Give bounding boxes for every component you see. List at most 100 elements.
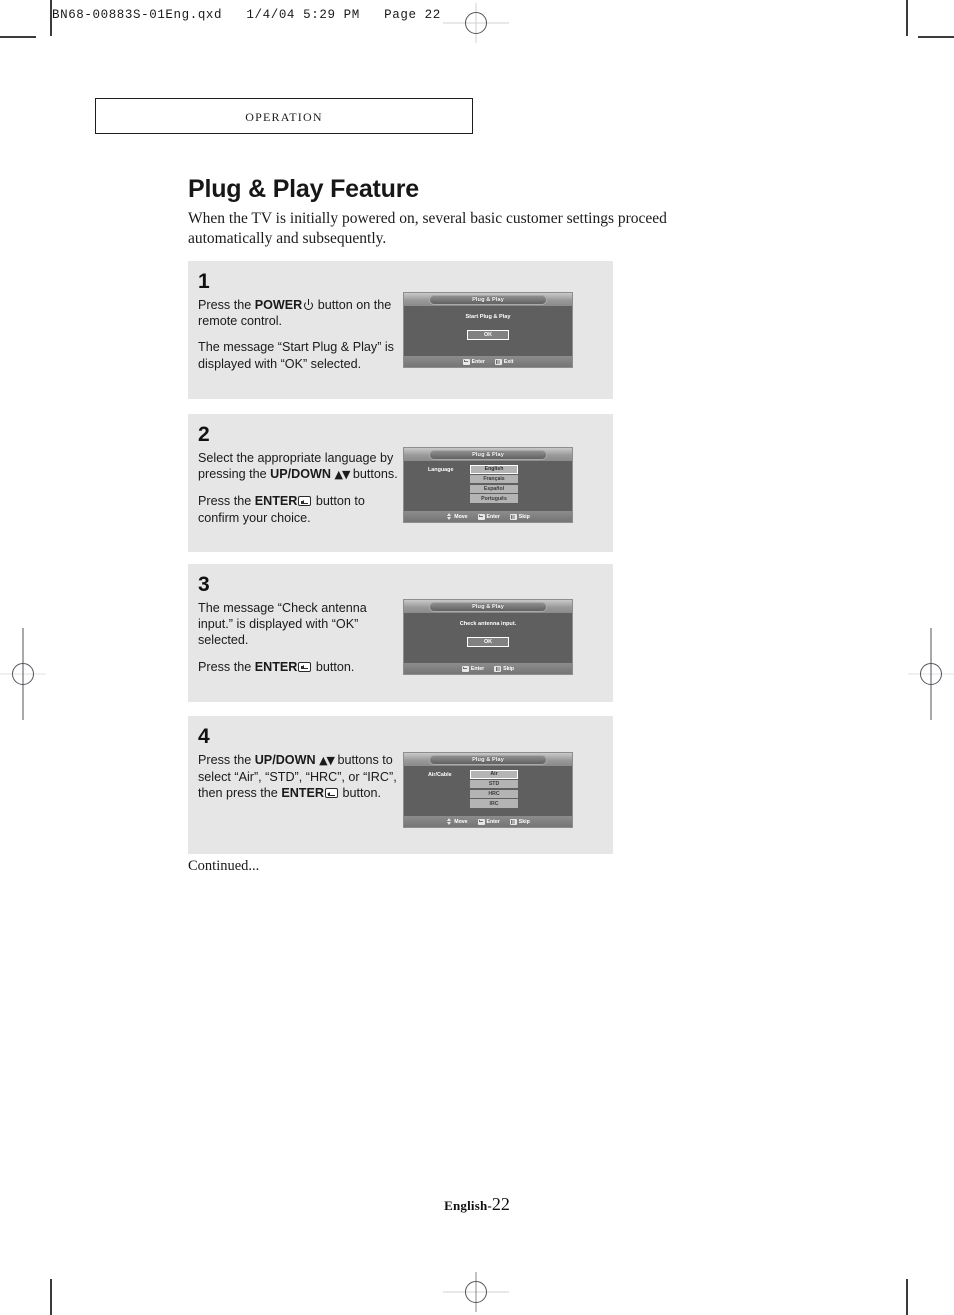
step-3-p2-post: button. — [312, 659, 355, 674]
step-3-p1-text: The message “Check antenna input.” is di… — [198, 601, 367, 648]
osd-4-title-pill: Plug & Play — [429, 754, 547, 765]
osd-2-option-list: English Français Español Português — [470, 465, 518, 504]
osd-1-ok-button[interactable]: OK — [467, 330, 509, 340]
step-3-p2-pre: Press the — [198, 659, 255, 674]
updown-arrows-icon: ▲▼ — [334, 468, 350, 482]
osd-2-footer: Move Enter Skip — [404, 511, 572, 522]
osd-screen-3: Plug & Play Check antenna input. OK Ente… — [403, 599, 573, 675]
osd-4-footer-move: Move — [446, 818, 468, 825]
menu-bars-icon — [494, 665, 502, 672]
step-4-p1-bold2: ENTER — [281, 786, 324, 801]
step-3-paragraph-2: Press the ENTER button. — [198, 659, 403, 675]
enter-key-icon — [461, 665, 469, 672]
osd-4-footer: Move Enter Skip — [404, 816, 572, 827]
osd-4-footer-move-label: Move — [454, 818, 468, 825]
registration-mark-right — [908, 628, 954, 720]
registration-mark-top — [443, 3, 509, 43]
osd-4-option-0[interactable]: Air — [470, 770, 518, 779]
running-head-box: Operation — [95, 98, 473, 134]
menu-bars-icon — [509, 818, 517, 825]
enter-key-icon — [298, 496, 312, 507]
page-footer-language: English- — [444, 1198, 492, 1213]
osd-3-footer-skip: Skip — [494, 665, 515, 672]
enter-key-icon — [462, 358, 470, 365]
step-2-paragraph-1: Select the appropriate language by press… — [198, 450, 403, 483]
osd-screen-1: Plug & Play Start Plug & Play OK Enter E… — [403, 292, 573, 368]
continued-text: Continued... — [188, 858, 260, 874]
osd-2-option-0[interactable]: English — [470, 465, 518, 474]
osd-2-footer-move-label: Move — [454, 513, 468, 520]
osd-1-title-pill: Plug & Play — [429, 294, 547, 305]
osd-3-footer-enter-label: Enter — [470, 665, 485, 672]
step-2-p2-pre: Press the — [198, 494, 255, 509]
step-number-2: 2 — [198, 423, 210, 446]
crop-mark-bottom-left-v — [50, 1279, 52, 1315]
updown-arrows-icon — [446, 513, 452, 520]
osd-1-footer-exit: Exit — [494, 358, 514, 365]
step-panel-1: 1 Press the POWER button on the remote c… — [188, 261, 613, 399]
osd-3-message: Check antenna input. — [459, 621, 517, 627]
page-footer: English-22 — [0, 1194, 954, 1215]
enter-key-icon — [477, 818, 485, 825]
step-4-p1-pre: Press the — [198, 753, 255, 767]
osd-4-footer-enter: Enter — [477, 818, 500, 825]
osd-3-ok-button[interactable]: OK — [467, 637, 509, 647]
step-text-2: Select the appropriate language by press… — [198, 450, 403, 526]
registration-mark-left — [0, 628, 46, 720]
osd-2-option-3[interactable]: Português — [470, 494, 518, 503]
osd-4-option-2[interactable]: HRC — [470, 789, 518, 799]
crop-mark-top-left-h — [0, 36, 36, 38]
osd-2-footer-skip: Skip — [509, 513, 530, 520]
step-number-1: 1 — [198, 270, 210, 293]
osd-3-title-pill: Plug & Play — [429, 601, 547, 612]
osd-4-row-label: Air/Cable — [428, 772, 452, 778]
osd-2-row-label: Language — [428, 467, 454, 473]
crop-mark-bottom-right-v — [906, 1279, 908, 1315]
osd-3-footer-enter: Enter — [461, 665, 485, 672]
osd-1-title: Plug & Play — [472, 296, 504, 303]
step-number-4: 4 — [198, 725, 210, 748]
page-footer-number: 22 — [491, 1194, 510, 1214]
step-text-4: Press the UP/DOWN ▲▼ buttons to select “… — [198, 752, 403, 802]
step-text-1: Press the POWER button on the remote con… — [198, 297, 403, 372]
osd-1-footer-exit-label: Exit — [503, 358, 514, 365]
osd-3-footer-skip-label: Skip — [503, 665, 515, 672]
osd-4-option-3[interactable]: IRC — [470, 799, 518, 808]
osd-2-option-2[interactable]: Español — [470, 484, 518, 494]
osd-2-option-1[interactable]: Français — [470, 474, 518, 484]
step-2-paragraph-2: Press the ENTER button to confirm your c… — [198, 493, 403, 525]
osd-2-title: Plug & Play — [472, 451, 504, 458]
page-title: Plug & Play Feature — [188, 175, 419, 203]
enter-key-icon — [298, 661, 312, 672]
updown-arrows-icon: ▲▼ — [319, 754, 335, 767]
osd-2-footer-enter-label: Enter — [486, 513, 500, 520]
osd-1-footer-enter: Enter — [462, 358, 485, 365]
step-3-paragraph-1: The message “Check antenna input.” is di… — [198, 600, 403, 649]
step-panel-3: 3 The message “Check antenna input.” is … — [188, 564, 613, 702]
step-3-p2-bold: ENTER — [254, 659, 298, 674]
step-panel-2: 2 Select the appropriate language by pre… — [188, 414, 613, 552]
step-4-p1-post2: button. — [339, 786, 382, 801]
osd-4-option-list: Air STD HRC IRC — [470, 770, 518, 809]
osd-1-message: Start Plug & Play — [465, 314, 511, 320]
registration-mark-bottom — [443, 1272, 509, 1312]
enter-key-icon — [325, 788, 338, 799]
osd-4-footer-skip: Skip — [509, 818, 530, 825]
menu-bars-icon — [509, 513, 517, 520]
step-2-p2-bold: ENTER — [254, 494, 298, 509]
step-panel-4: 4 Press the UP/DOWN ▲▼ buttons to select… — [188, 716, 613, 854]
osd-4-footer-skip-label: Skip — [518, 818, 530, 825]
osd-screen-4: Plug & Play Air/Cable Air STD HRC IRC Mo… — [403, 752, 573, 828]
osd-2-footer-enter: Enter — [477, 513, 500, 520]
updown-arrows-icon — [446, 818, 452, 825]
osd-1-footer-enter-label: Enter — [471, 358, 485, 365]
running-head-label: Operation — [245, 106, 323, 125]
step-2-p1-post: buttons. — [349, 467, 398, 482]
enter-key-icon — [477, 513, 485, 520]
menu-bars-icon — [494, 358, 502, 365]
osd-4-title: Plug & Play — [472, 756, 504, 763]
step-1-paragraph-2: The message “Start Plug & Play” is displ… — [198, 339, 403, 371]
manual-page: BN68-00883S-01Eng.qxd 1/4/04 5:29 PM Pag… — [0, 0, 954, 1315]
crop-mark-top-right-h — [918, 36, 954, 38]
osd-4-option-1[interactable]: STD — [470, 779, 518, 789]
